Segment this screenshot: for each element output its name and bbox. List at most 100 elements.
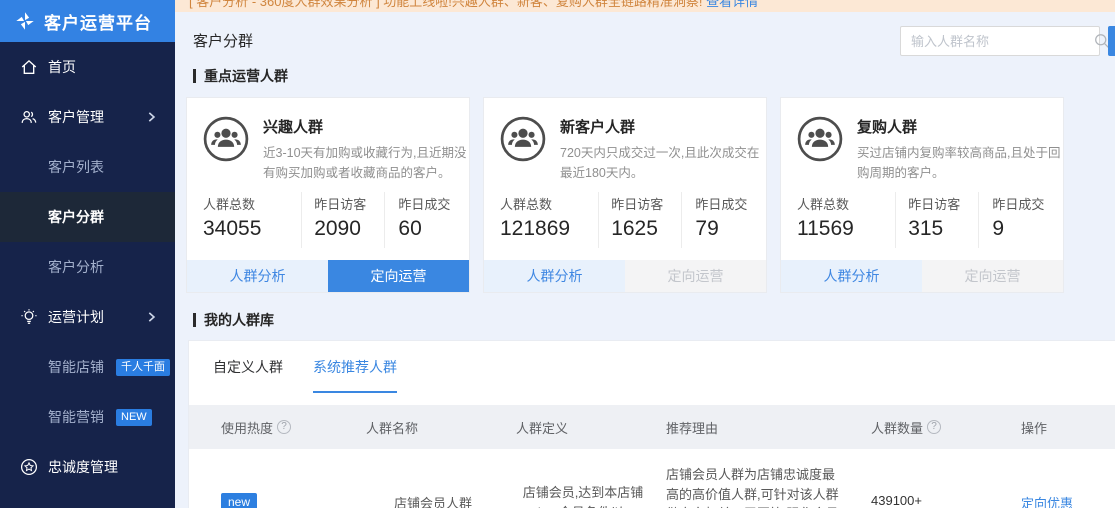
help-icon[interactable]: ? [277, 420, 291, 434]
tab-system-recommended-groups[interactable]: 系统推荐人群 [313, 341, 397, 393]
stat-value: 60 [398, 217, 469, 241]
targeted-operation-button[interactable]: 定向运营 [922, 260, 1063, 292]
sidebar-item-label: 运营计划 [48, 307, 104, 327]
users-icon [20, 108, 38, 126]
targeted-discount-link[interactable]: 定向优惠 [1021, 493, 1073, 508]
group-definition: 店铺会员,达到本店铺 vip1 会员条件以... [517, 483, 649, 508]
page-title: 客户分群 [193, 30, 253, 51]
card-description: 买过店铺内复购率较高商品,且处于回购周期的客户。 [857, 143, 1063, 184]
card-title: 兴趣人群 [263, 116, 469, 137]
group-analysis-button[interactable]: 人群分析 [187, 260, 328, 292]
star-circle-icon [20, 458, 38, 476]
stat-value: 1625 [611, 217, 681, 241]
table-row: new 店铺会员人群 店铺会员,达到本店铺 vip1 会员条件以... 店铺会员… [189, 449, 1115, 508]
help-icon[interactable]: ? [927, 420, 941, 434]
section-title-bar [193, 69, 196, 83]
chevron-right-icon [146, 112, 157, 123]
group-avatar-icon [500, 116, 546, 162]
announcement-banner: [ 客户分析 - 360度人群效果分析 ] 功能上线啦!兴趣人群、新客、复购人群… [175, 0, 1115, 12]
key-groups-section-title: 重点运营人群 [193, 66, 1115, 86]
hot-badge: new [221, 493, 257, 508]
stat-label: 人群总数 [500, 194, 598, 213]
card-stats: 人群总数34055 昨日访客2090 昨日成交60 [187, 192, 469, 248]
banner-details-link[interactable]: 查看详情 [706, 0, 758, 9]
stat-value: 121869 [500, 217, 598, 241]
home-icon [20, 58, 38, 76]
sidebar-item-label: 客户分析 [48, 257, 104, 277]
app-title: 客户运营平台 [44, 9, 152, 34]
sidebar-item-label: 忠诚度管理 [48, 457, 118, 477]
stat-value: 11569 [797, 217, 895, 241]
column-header: 人群定义 [516, 418, 568, 437]
stat-value: 34055 [203, 217, 301, 241]
stat-value: 315 [908, 217, 978, 241]
card-new-customer-group: 新客户人群 720天内只成交过一次,且此次成交在最近180天内。 人群总数 121… [483, 97, 767, 293]
card-repurchase-group: 复购人群 买过店铺内复购率较高商品,且处于回购周期的客户。 人群总数 11569 … [780, 97, 1064, 293]
app-logo: 客户运营平台 [0, 0, 175, 42]
card-title: 复购人群 [857, 116, 1063, 137]
sidebar-item-customer-list[interactable]: 客户列表 [0, 142, 175, 192]
main-content: [ 客户分析 - 360度人群效果分析 ] 功能上线啦!兴趣人群、新客、复购人群… [175, 0, 1115, 508]
sidebar-item-smart-marketing[interactable]: 智能营销 NEW [0, 392, 175, 442]
card-description: 近3-10天有加购或收藏行为,且近期没有购买加购或者收藏商品的客户。 [263, 143, 469, 184]
stat-label: 昨日访客 [611, 194, 681, 213]
stat-label: 昨日访客 [908, 194, 978, 213]
stat-value: 2090 [314, 217, 384, 241]
sidebar-item-smart-shop[interactable]: 智能店铺 千人千面 [0, 342, 175, 392]
sidebar-item-operation-plan[interactable]: 运营计划 [0, 292, 175, 342]
card-title: 新客户人群 [560, 116, 766, 137]
smart-shop-badge: 千人千面 [116, 359, 170, 376]
chevron-right-icon [146, 312, 157, 323]
stat-label: 昨日访客 [314, 194, 384, 213]
sidebar-item-label: 客户管理 [48, 107, 104, 127]
sidebar-item-customer-management[interactable]: 客户管理 [0, 92, 175, 142]
search-box [900, 26, 1100, 56]
sidebar: 客户运营平台 首页 客户管理 客户列表 客户 [0, 0, 175, 508]
stat-value: 79 [695, 217, 766, 241]
pinwheel-logo-icon [14, 10, 36, 32]
stat-label: 人群总数 [797, 194, 895, 213]
section-title-bar [193, 313, 196, 327]
column-header: 推荐理由 [666, 418, 718, 437]
sidebar-item-customer-segmentation[interactable]: 客户分群 [0, 192, 175, 242]
stat-value: 9 [992, 217, 1063, 241]
new-badge: NEW [116, 409, 152, 426]
sidebar-item-loyalty-management[interactable]: 忠诚度管理 [0, 442, 175, 492]
card-description: 720天内只成交过一次,且此次成交在最近180天内。 [560, 143, 766, 184]
tab-custom-groups[interactable]: 自定义人群 [213, 341, 283, 393]
sidebar-item-label: 客户分群 [48, 207, 104, 227]
group-avatar-icon [797, 116, 843, 162]
stat-label: 昨日成交 [992, 194, 1063, 213]
sidebar-item-label: 智能店铺 [48, 357, 104, 377]
sidebar-item-label: 首页 [48, 57, 76, 77]
page-header: 客户分群 [175, 12, 1115, 58]
sidebar-item-label: 客户列表 [48, 157, 104, 177]
group-analysis-button[interactable]: 人群分析 [484, 260, 625, 292]
groups-table: 使用热度? 人群名称 人群定义 推荐理由 人群数量? 操作 new 店铺会员人群… [189, 405, 1115, 508]
targeted-operation-button[interactable]: 定向运营 [625, 260, 766, 292]
library-section-title: 我的人群库 [193, 310, 1115, 330]
edge-action-button[interactable] [1108, 26, 1115, 56]
sidebar-nav: 首页 客户管理 客户列表 客户分群 客户分析 [0, 42, 175, 492]
library-tabs: 自定义人群 系统推荐人群 [189, 341, 1115, 393]
bulb-icon [20, 308, 38, 326]
group-avatar-icon [203, 116, 249, 162]
card-stats: 人群总数 121869 昨日访客 1625 昨日成交 79 [484, 192, 766, 248]
stat-label: 昨日成交 [695, 194, 766, 213]
stat-label: 昨日成交 [398, 194, 469, 213]
sidebar-item-home[interactable]: 首页 [0, 42, 175, 92]
banner-text: [ 客户分析 - 360度人群效果分析 ] 功能上线啦!兴趣人群、新客、复购人群… [189, 0, 703, 9]
recommend-reason: 店铺会员人群为店铺忠诚度最高的高价值人群,可针对该人群做定向权益、召回等,强化会… [666, 465, 846, 508]
group-count: 439100+ [871, 493, 922, 508]
key-groups-cards: 兴趣人群 近3-10天有加购或收藏行为,且近期没有购买加购或者收藏商品的客户。 … [186, 97, 1115, 293]
search-input[interactable] [901, 34, 1093, 49]
card-interest-group: 兴趣人群 近3-10天有加购或收藏行为,且近期没有购买加购或者收藏商品的客户。 … [186, 97, 470, 293]
table-header-row: 使用热度? 人群名称 人群定义 推荐理由 人群数量? 操作 [189, 405, 1115, 449]
sidebar-item-customer-analysis[interactable]: 客户分析 [0, 242, 175, 292]
targeted-operation-button[interactable]: 定向运营 [328, 260, 469, 292]
column-header: 操作 [1021, 418, 1047, 437]
group-name: 店铺会员人群 [394, 493, 472, 508]
group-analysis-button[interactable]: 人群分析 [781, 260, 922, 292]
group-library-panel: 自定义人群 系统推荐人群 使用热度? 人群名称 人群定义 推荐理由 人群数量? … [188, 340, 1115, 508]
card-stats: 人群总数 11569 昨日访客 315 昨日成交 9 [781, 192, 1063, 248]
